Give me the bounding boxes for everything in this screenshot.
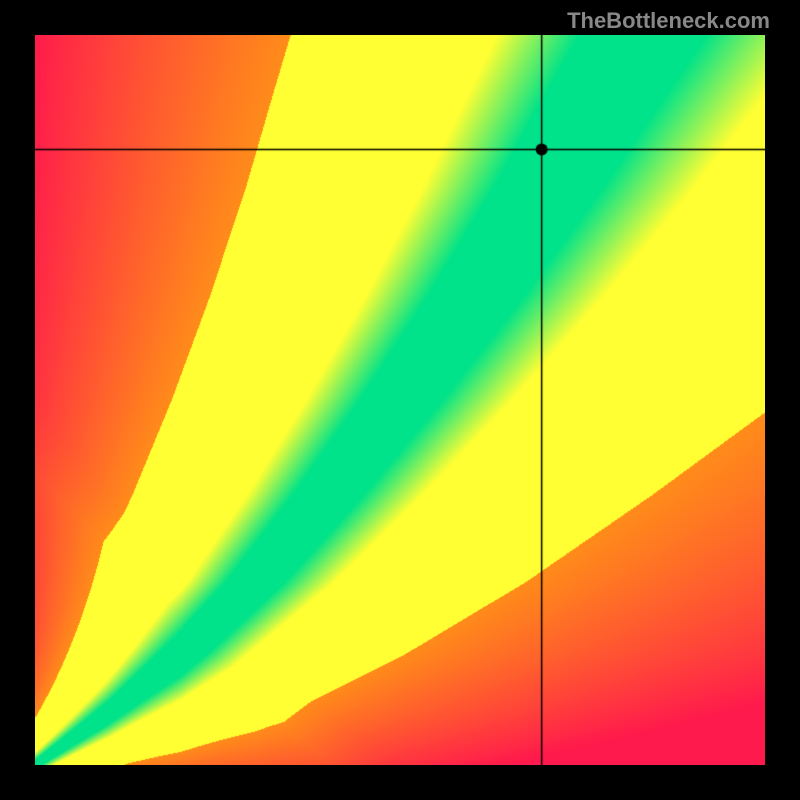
attribution-text: TheBottleneck.com	[567, 8, 770, 34]
heatmap-canvas	[35, 35, 765, 765]
heatmap-plot	[35, 35, 765, 765]
